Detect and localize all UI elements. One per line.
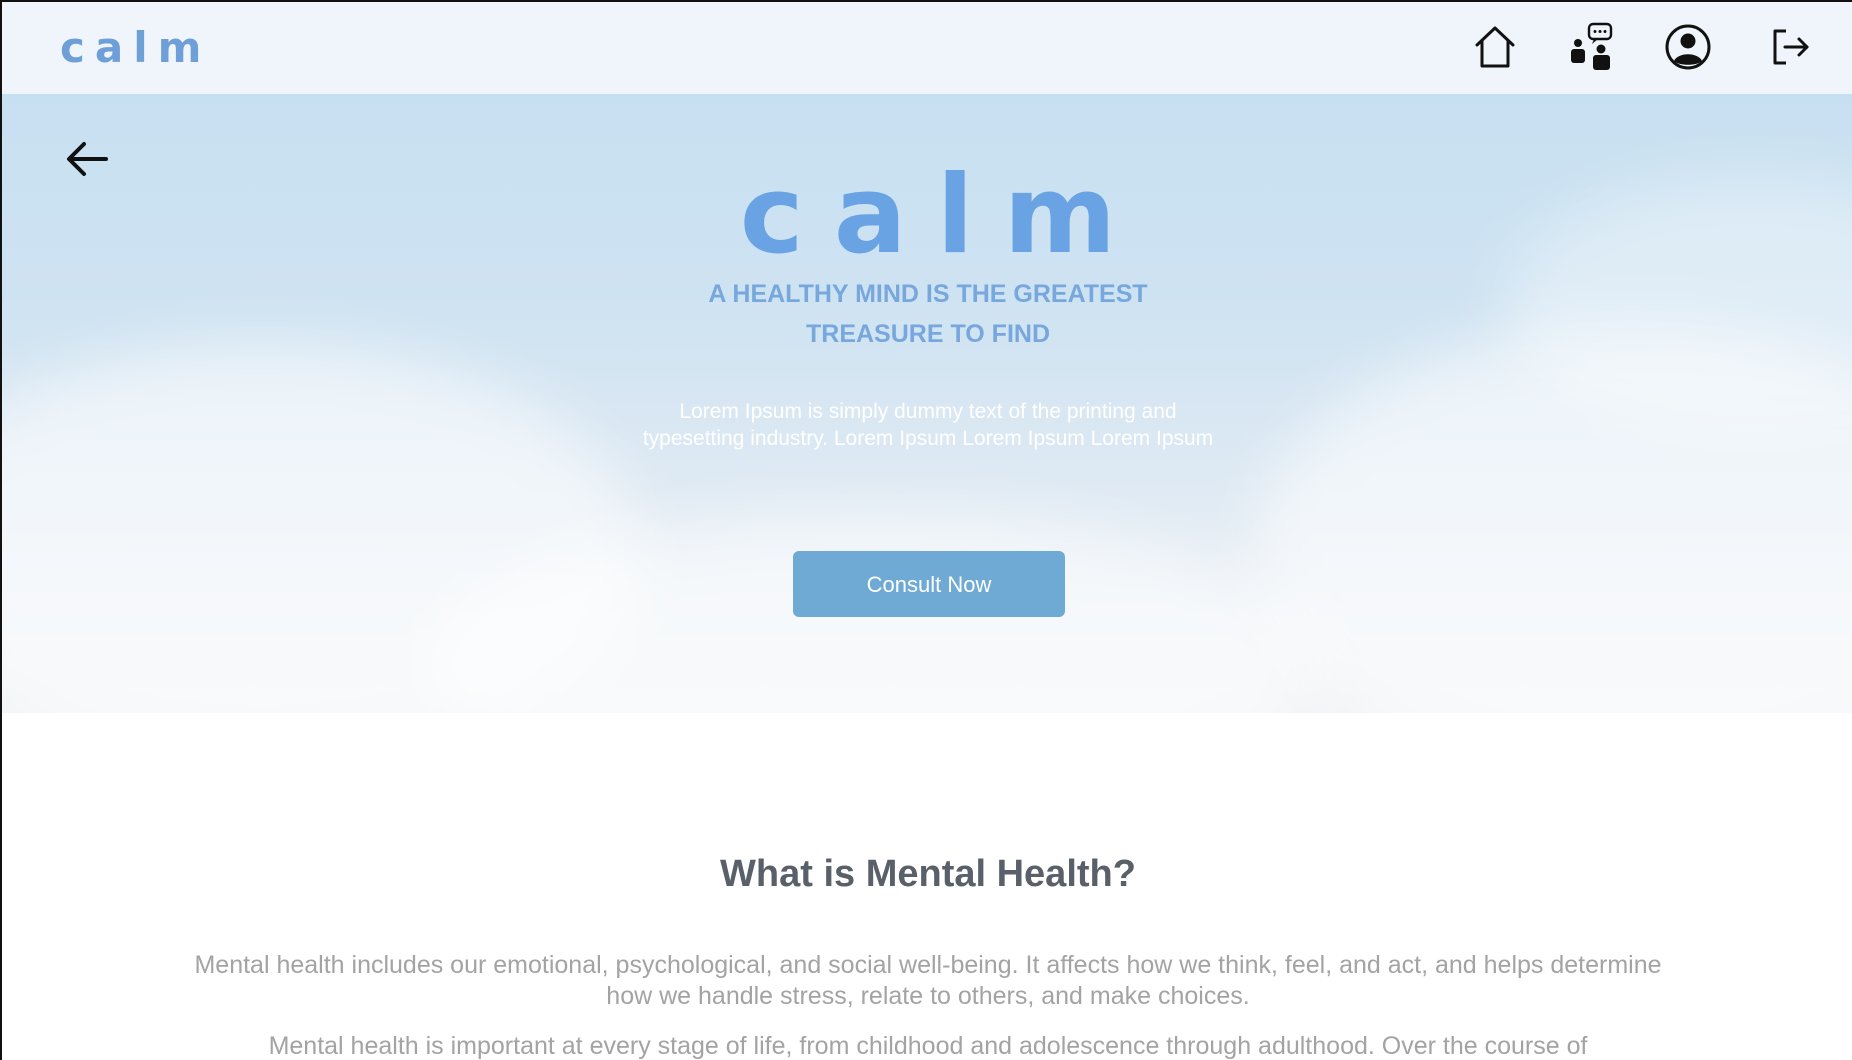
hero-tagline-line1: A HEALTHY MIND IS THE GREATEST	[708, 280, 1148, 308]
top-navbar: calm	[2, 2, 1852, 94]
logout-icon[interactable]	[1766, 22, 1816, 72]
home-icon[interactable]	[1470, 22, 1520, 72]
section-title: What is Mental Health?	[720, 853, 1136, 895]
consult-chat-icon[interactable]	[1567, 22, 1617, 72]
profile-icon[interactable]	[1663, 22, 1713, 72]
hero-banner: calm A HEALTHY MIND IS THE GREATEST TREA…	[2, 94, 1852, 713]
brand-logo[interactable]: calm	[60, 20, 211, 76]
consult-now-button[interactable]: Consult Now	[793, 551, 1065, 617]
hero-logo: calm	[739, 153, 1147, 278]
hero-tagline-line2: TREASURE TO FIND	[806, 320, 1050, 348]
page-frame: calm calm A HEALTHY MIND IS THE GREATEST…	[0, 0, 1852, 1060]
hero-description: Lorem Ipsum is simply dummy text of the …	[642, 400, 1214, 450]
paragraph-intro: Mental health includes our emotional, ps…	[194, 951, 1662, 1010]
paragraph-importance: Mental health is important at every stag…	[268, 1032, 1588, 1060]
hero-tagline: A HEALTHY MIND IS THE GREATEST TREASURE …	[628, 274, 1228, 354]
